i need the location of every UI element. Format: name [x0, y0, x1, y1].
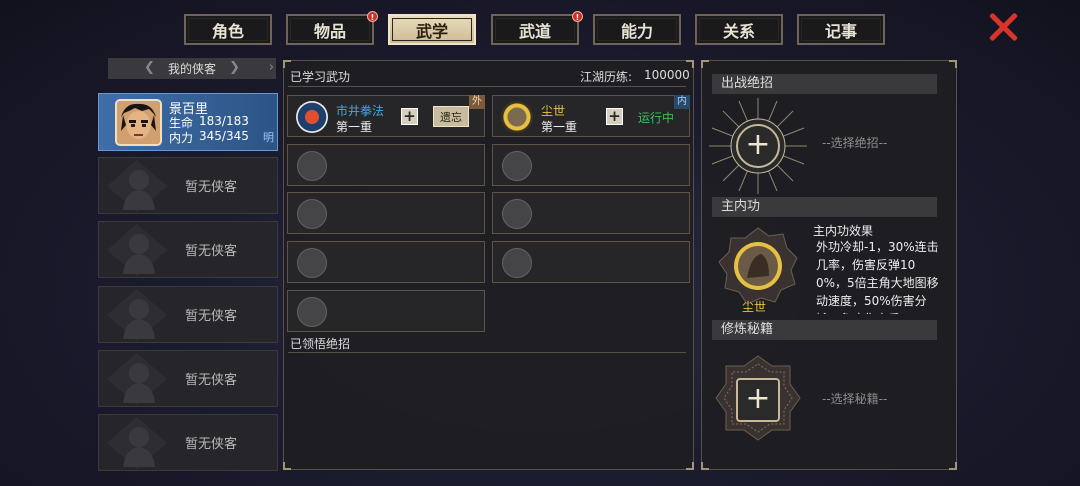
empty-slot-circle-icon — [297, 248, 327, 278]
experience-label: 江湖历练: — [580, 70, 633, 84]
tab-label: 武道 — [518, 21, 551, 41]
main-effect-title: 主内功效果 — [813, 224, 874, 238]
add-button[interactable]: + — [606, 108, 623, 125]
silhouette-icon — [107, 417, 167, 469]
select-manual-hint: --选择秘籍-- — [822, 392, 888, 406]
empty-slot-label: 暂无侠客 — [184, 437, 237, 452]
skill-name: 尘世 — [541, 104, 566, 118]
empty-hero-slot[interactable]: 暂无侠客 — [98, 350, 278, 407]
silhouette-icon — [107, 224, 167, 276]
empty-hero-slot[interactable]: 暂无侠客 — [98, 221, 278, 278]
add-button[interactable]: + — [401, 108, 418, 125]
silhouette-icon — [107, 289, 167, 341]
mp-label: 内力 — [169, 131, 194, 145]
empty-hero-slot[interactable]: 暂无侠客 — [98, 286, 278, 343]
empty-skill-slot[interactable] — [287, 241, 485, 283]
empty-skill-slot[interactable] — [287, 290, 485, 332]
silhouette-icon — [107, 353, 167, 405]
empty-slot-circle-icon — [502, 248, 532, 278]
hero-card-selected[interactable]: 景百里 生命 183/183 内力 345/345 明 — [98, 93, 278, 151]
fist-skill-icon — [296, 101, 328, 133]
empty-skill-slot[interactable] — [287, 192, 485, 234]
tab-martial-arts[interactable]: 武学 — [388, 14, 476, 45]
skill-row[interactable]: 市井拳法 第一重 + 遗忘 外 — [287, 95, 485, 137]
notification-badge: ! — [572, 11, 583, 22]
chevron-right-small-icon[interactable]: › — [269, 60, 274, 75]
skill-row[interactable]: 尘世 第一重 + 运行中 内 — [492, 95, 690, 137]
select-ultimate-hint: --选择绝招-- — [822, 136, 888, 150]
empty-slot-circle-icon — [502, 199, 532, 229]
skill-level: 第一重 — [336, 120, 373, 134]
tab-abilities[interactable]: 能力 — [593, 14, 681, 45]
learned-skills-title: 已学习武功 — [290, 70, 351, 84]
mp-value: 345/345 — [199, 129, 249, 143]
tab-label: 能力 — [620, 21, 653, 41]
tab-items[interactable]: 物品! — [286, 11, 378, 45]
tab-relations[interactable]: 关系 — [695, 14, 783, 45]
empty-skill-slot[interactable] — [492, 241, 690, 283]
main-internal-header: 主内功 — [712, 197, 937, 217]
internal-skill-icon — [501, 101, 533, 133]
alignment-tag: 明 — [263, 131, 274, 144]
running-status: 运行中 — [638, 111, 675, 125]
divider — [288, 352, 686, 353]
tab-label: 武学 — [415, 21, 448, 41]
skill-name: 市井拳法 — [336, 104, 385, 118]
battle-ultimate-header: 出战绝招 — [712, 74, 937, 94]
chevron-left-icon[interactable]: ❮ — [144, 60, 155, 75]
hero-list-header: ❮ 我的侠客 ❯ › — [108, 58, 276, 79]
ultimates-title: 已领悟绝招 — [290, 337, 351, 351]
skill-level: 第一重 — [541, 120, 578, 134]
tab-label: 关系 — [722, 21, 755, 41]
chevron-right-icon[interactable]: ❯ — [229, 60, 240, 75]
close-icon[interactable] — [986, 11, 1020, 43]
tab-journal[interactable]: 记事 — [797, 14, 885, 45]
empty-skill-slot[interactable] — [492, 192, 690, 234]
empty-slot-circle-icon — [297, 151, 327, 181]
empty-slot-circle-icon — [297, 297, 327, 327]
tab-martial-way[interactable]: 武道! — [491, 11, 583, 45]
silhouette-icon — [107, 160, 167, 212]
divider — [288, 86, 686, 87]
empty-hero-slot[interactable]: 暂无侠客 — [98, 157, 278, 214]
internal-tag: 内 — [674, 95, 690, 109]
empty-slot-circle-icon — [502, 151, 532, 181]
forget-button[interactable]: 遗忘 — [433, 106, 469, 127]
tab-character[interactable]: 角色 — [184, 14, 272, 45]
experience-value: 100000 — [644, 68, 690, 82]
tab-label: 物品 — [313, 21, 346, 41]
select-ultimate-button[interactable]: + — [736, 124, 780, 168]
gear-frame-icon — [718, 227, 798, 305]
hp-value: 183/183 — [199, 114, 249, 128]
tab-label: 角色 — [211, 21, 244, 41]
empty-skill-slot[interactable] — [492, 144, 690, 186]
tab-label: 记事 — [824, 21, 857, 41]
manual-header: 修炼秘籍 — [712, 320, 937, 340]
empty-slot-label: 暂无侠客 — [184, 244, 237, 259]
empty-slot-label: 暂无侠客 — [184, 373, 237, 388]
empty-slot-label: 暂无侠客 — [184, 309, 237, 324]
empty-slot-label: 暂无侠客 — [184, 180, 237, 195]
empty-skill-slot[interactable] — [287, 144, 485, 186]
notification-badge: ! — [367, 11, 378, 22]
empty-hero-slot[interactable]: 暂无侠客 — [98, 414, 278, 471]
main-effect-text: 外功冷却-1，30%连击几率，伤害反弹100%，5倍主角大地图移动速度，50%伤… — [816, 240, 939, 314]
hero-list-title: 我的侠客 — [167, 62, 216, 76]
empty-slot-circle-icon — [297, 199, 327, 229]
external-tag: 外 — [469, 95, 485, 109]
avatar — [115, 99, 162, 146]
tab-bar: 角色 物品! 武学 武道! 能力 关系 记事 — [0, 0, 1080, 50]
select-manual-button[interactable]: + — [736, 378, 780, 422]
main-skill-name: 尘世 — [742, 300, 767, 314]
